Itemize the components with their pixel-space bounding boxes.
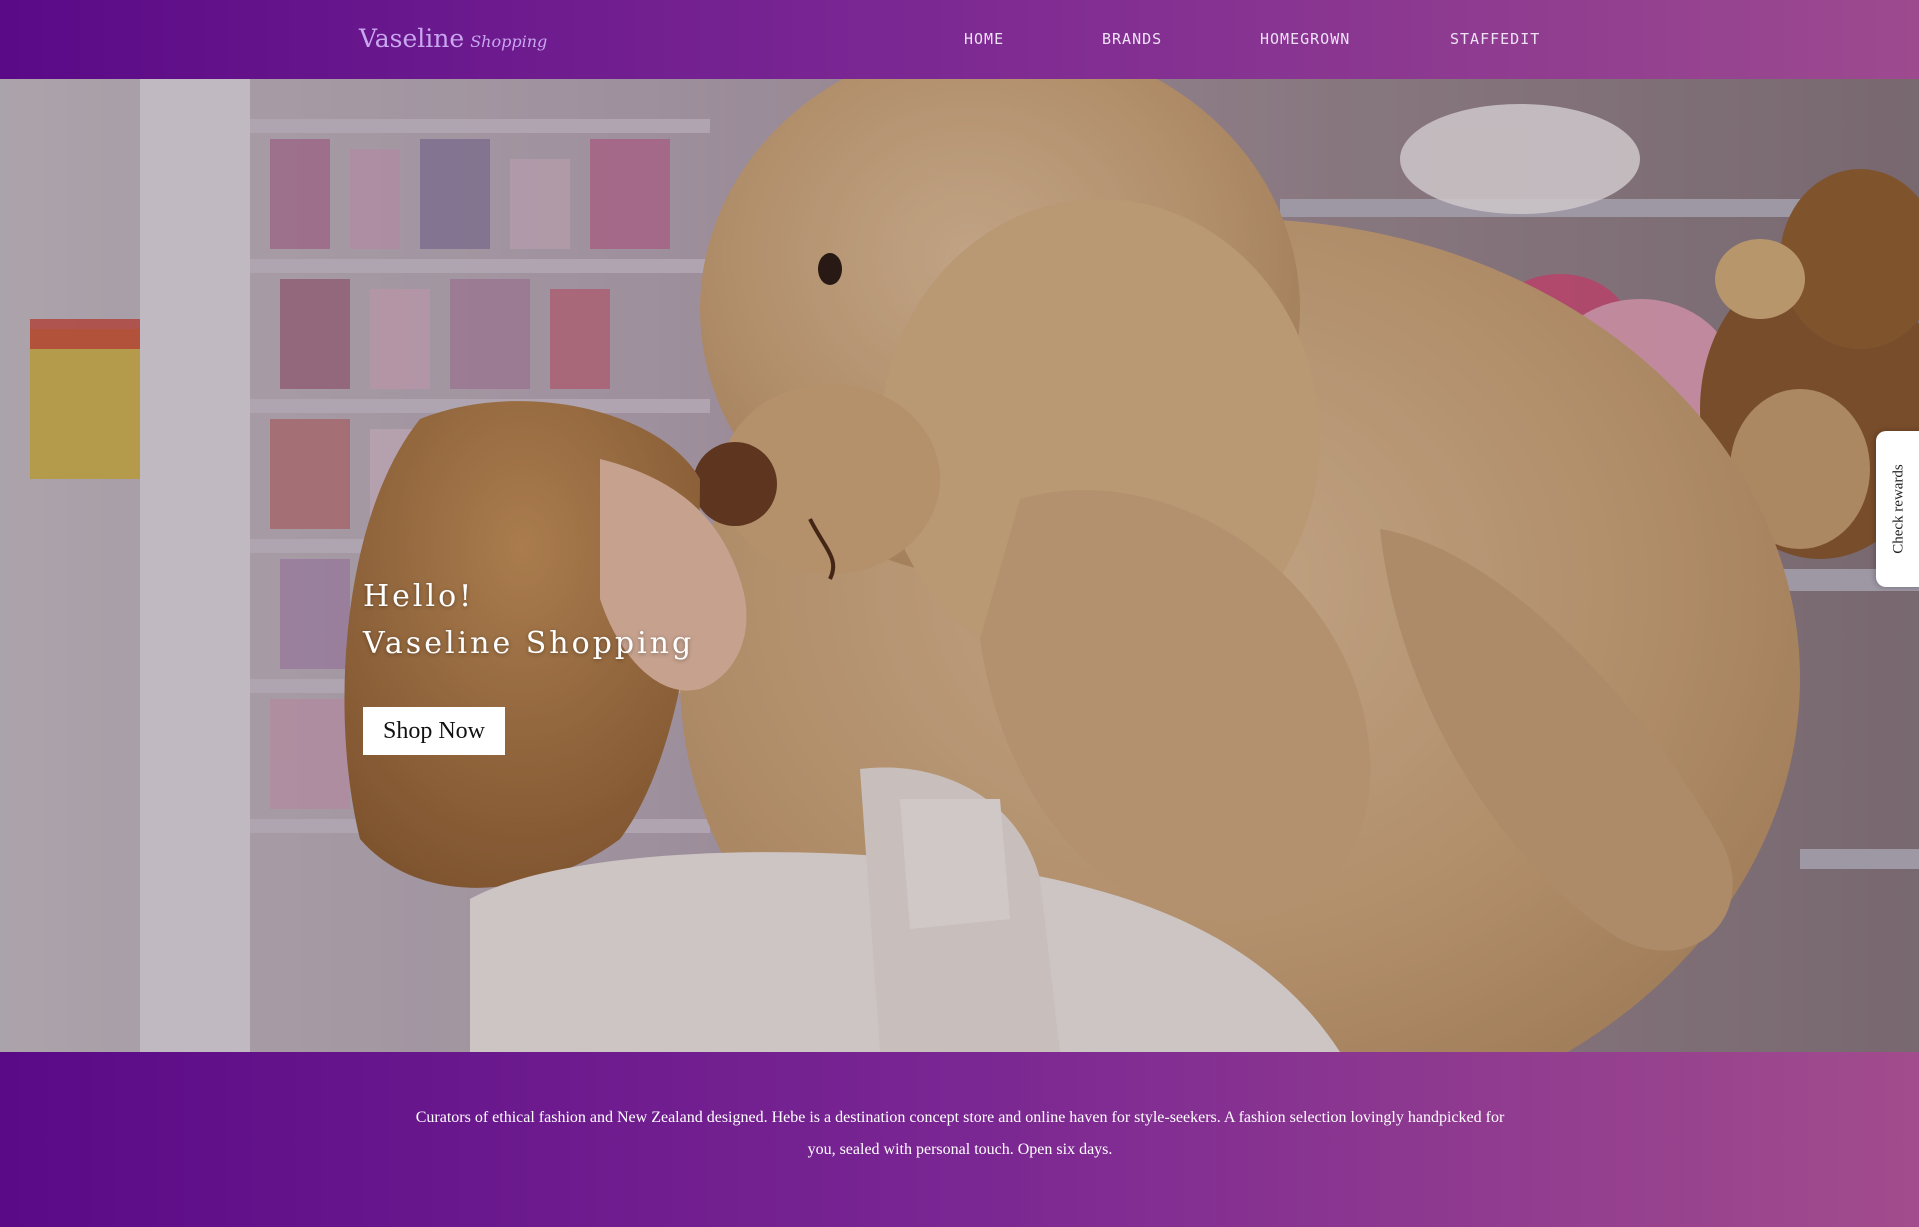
nav-link-brands[interactable]: BRANDS [1102,30,1162,48]
main-nav: HOME BRANDS HOMEGROWN STAFFEDIT [0,0,1919,79]
hero-heading: Hello! Vaseline Shopping [363,579,694,661]
about-band: Curators of ethical fashion and New Zeal… [0,1052,1919,1227]
nav-link-home[interactable]: HOME [964,30,1004,48]
check-rewards-tab[interactable]: Check rewards [1876,431,1919,587]
hero-brand: Vaseline Shopping [363,626,695,661]
nav-link-homegrown[interactable]: HOMEGROWN [1260,30,1350,48]
nav-link-staffedit[interactable]: STAFFEDIT [1450,30,1540,48]
top-navbar: Vaseline Shopping HOME BRANDS HOMEGROWN S… [0,0,1919,79]
hero-overlay [0,79,1919,1052]
check-rewards-label: Check rewards [1890,464,1907,554]
hero-banner: Hello! Vaseline Shopping [0,79,1919,1052]
about-description: Curators of ethical fashion and New Zeal… [415,1109,1505,1158]
shop-now-button[interactable]: Shop Now [363,707,505,755]
hero-greeting: Hello! [363,579,475,614]
